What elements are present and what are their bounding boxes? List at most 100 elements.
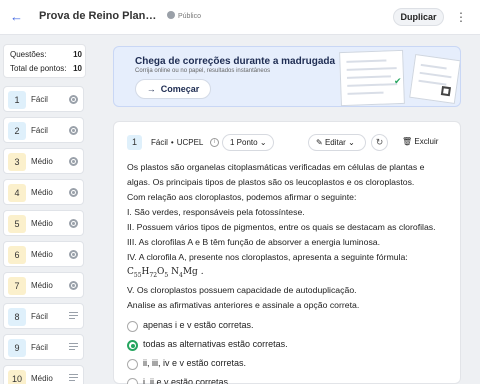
- answer-option-text: i, ii e v estão corretas.: [143, 377, 231, 384]
- statement-line: IV. A clorofila A, presente nos cloropla…: [127, 252, 408, 262]
- sidebar-question-item[interactable]: 8 Fácil: [3, 303, 84, 329]
- question-number-badge: 10: [8, 370, 26, 384]
- answer-option[interactable]: i, ii e v estão corretas.: [127, 375, 447, 384]
- promo-banner: Chega de correções durante a madrugada C…: [113, 46, 461, 107]
- difficulty-label: Fácil: [31, 343, 48, 352]
- visibility-badge: Público: [167, 11, 201, 20]
- qr-code-icon: [440, 86, 451, 97]
- globe-icon: [167, 11, 175, 19]
- radio-icon: [69, 219, 78, 228]
- question-sidebar: Questões: 10 Total de pontos: 10 1 Fácil 2…: [0, 35, 93, 384]
- radio-icon: [69, 250, 78, 259]
- sidebar-question-item[interactable]: 5 Médio: [3, 210, 84, 236]
- radio-icon: [69, 126, 78, 135]
- difficulty-label: Médio: [31, 250, 53, 259]
- sidebar-question-item[interactable]: 3 Médio: [3, 148, 84, 174]
- top-bar: ← Prova de Reino Plantae: Pl... Público …: [0, 0, 480, 35]
- points-stat-value: 10: [73, 64, 82, 73]
- answer-option[interactable]: todas as alternativas estão corretas.: [127, 337, 447, 353]
- source-label: UCPEL: [176, 138, 204, 147]
- question-number-badge: 3: [8, 153, 26, 171]
- arrow-right-icon: →: [146, 84, 156, 94]
- radio-checked-icon[interactable]: [127, 340, 138, 351]
- pencil-icon: ✎: [316, 138, 323, 147]
- chevron-down-icon: ⌄: [348, 138, 355, 147]
- difficulty-label: Médio: [31, 188, 53, 197]
- difficulty-label: Médio: [31, 219, 53, 228]
- radio-unchecked-icon[interactable]: [127, 321, 138, 332]
- question-card: 1 Fácil • UCPEL i 1 Ponto ⌄ ✎ Editar ⌄ ↻ 🗑…: [113, 121, 461, 384]
- question-statement: Os plastos são organelas citoplasmáticas…: [127, 160, 455, 313]
- statement-line: Analise as afirmativas anteriores e assi…: [127, 299, 360, 310]
- statement-line: algas. Os principais tipos de plastos sã…: [127, 177, 415, 187]
- edit-label: Editar: [324, 138, 346, 147]
- sidebar-question-item[interactable]: 6 Médio: [3, 241, 84, 267]
- visibility-label: Público: [178, 13, 201, 20]
- points-stat: Total de pontos: 10: [10, 64, 82, 73]
- chlorophyll-formula: C55H72O5 N4Mg .: [127, 267, 204, 279]
- text-lines-icon: [69, 312, 78, 321]
- duplicate-button[interactable]: Duplicar: [393, 8, 444, 26]
- quiz-title: Prova de Reino Plantae: Pl...: [39, 10, 159, 22]
- question-number-badge: 4: [8, 184, 26, 202]
- question-number-badge: 2: [8, 122, 26, 140]
- refresh-icon: ↻: [375, 137, 384, 147]
- statement-line: Os plastos são organelas citoplasmáticas…: [127, 162, 425, 172]
- sidebar-question-item[interactable]: 2 Fácil: [3, 117, 84, 143]
- back-arrow-icon[interactable]: ←: [10, 9, 24, 25]
- radio-unchecked-icon[interactable]: [127, 378, 138, 384]
- question-number: 1: [127, 135, 142, 150]
- answer-option[interactable]: ii, iii, iv e v estão corretas.: [127, 356, 447, 372]
- start-button[interactable]: → Começar: [135, 79, 211, 99]
- answer-option-text: todas as alternativas estão corretas.: [143, 339, 288, 349]
- banner-subtitle: Corrija online ou no papel, resultados i…: [135, 68, 271, 74]
- questions-stat-label: Questões:: [10, 50, 47, 59]
- refresh-button[interactable]: ↻: [371, 134, 388, 151]
- points-stat-label: Total de pontos:: [10, 64, 67, 73]
- difficulty-label: Fácil: [31, 95, 48, 104]
- start-button-label: Começar: [160, 84, 200, 94]
- banner-title: Chega de correções durante a madrugada: [135, 56, 336, 67]
- question-number-badge: 7: [8, 277, 26, 295]
- difficulty-label: Médio: [31, 157, 53, 166]
- edit-button[interactable]: ✎ Editar ⌄: [308, 134, 366, 151]
- points-label: 1 Ponto: [230, 138, 258, 147]
- sidebar-question-item[interactable]: 4 Médio: [3, 179, 84, 205]
- questions-stat: Questões: 10: [10, 50, 82, 59]
- question-number-badge: 6: [8, 246, 26, 264]
- sidebar-question-item[interactable]: 7 Médio: [3, 272, 84, 298]
- statement-line: Com relação aos cloroplastos, podemos af…: [127, 192, 357, 202]
- radio-icon: [69, 188, 78, 197]
- questions-stat-value: 10: [73, 50, 82, 59]
- question-number-badge: 8: [8, 308, 26, 326]
- text-lines-icon: [69, 374, 78, 383]
- statement-line: II. Possuem vários tipos de pigmentos, e…: [127, 222, 436, 232]
- difficulty-label: Médio: [31, 281, 53, 290]
- difficulty-label: Médio: [31, 374, 53, 383]
- sidebar-question-item[interactable]: 10 Médio: [3, 365, 84, 384]
- sidebar-question-item[interactable]: 9 Fácil: [3, 334, 84, 360]
- points-dropdown[interactable]: 1 Ponto ⌄: [222, 134, 274, 151]
- question-number-badge: 5: [8, 215, 26, 233]
- more-options-icon[interactable]: ⋮: [455, 9, 467, 25]
- statement-line: I. São verdes, responsáveis pela fotossí…: [127, 207, 305, 217]
- delete-label: Excluir: [414, 137, 439, 146]
- question-meta: Fácil • UCPEL: [151, 138, 204, 147]
- info-icon[interactable]: i: [210, 138, 219, 147]
- radio-unchecked-icon[interactable]: [127, 359, 138, 370]
- delete-button[interactable]: 🗑 Excluir: [402, 137, 438, 146]
- difficulty-label: Fácil: [31, 126, 48, 135]
- sidebar-question-item[interactable]: 1 Fácil: [3, 86, 84, 112]
- text-lines-icon: [69, 343, 78, 352]
- check-icon: ✔: [394, 76, 402, 86]
- question-number-badge: 9: [8, 339, 26, 357]
- trash-icon: 🗑: [402, 137, 413, 146]
- radio-icon: [69, 95, 78, 104]
- answer-option-text: apenas i e v estão corretas.: [143, 320, 254, 330]
- statement-line: III. As clorofilas A e B têm função de a…: [127, 237, 381, 247]
- difficulty-label: Fácil: [31, 312, 48, 321]
- answer-option[interactable]: apenas i e v estão corretas.: [127, 318, 447, 334]
- statement-line: V. Os cloroplastos possuem capacidade de…: [127, 284, 357, 295]
- difficulty-label: Fácil: [151, 138, 168, 147]
- quiz-stats: Questões: 10 Total de pontos: 10: [3, 44, 86, 78]
